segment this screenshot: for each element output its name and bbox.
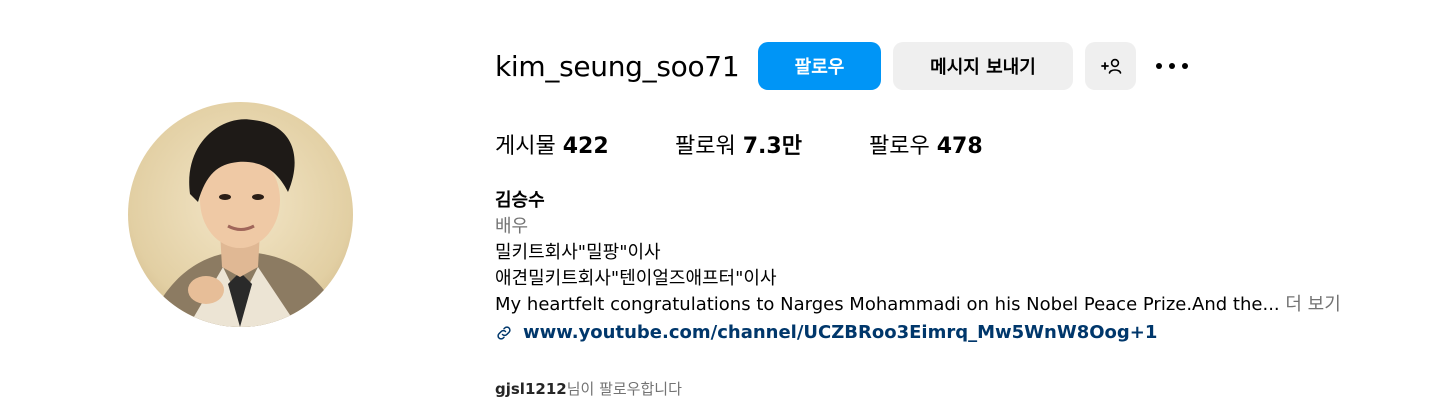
bio-text: My heartfelt congratulations to Narges M… xyxy=(495,294,1280,315)
add-person-icon xyxy=(1100,58,1121,74)
bio-line: My heartfelt congratulations to Narges M… xyxy=(495,292,1435,318)
followers-count[interactable]: 팔로워 7.3만 xyxy=(675,130,802,164)
bio-line: 애견밀키트회사"텐이얼즈애프터"이사 xyxy=(495,268,777,289)
profile-username: kim_seung_soo71 xyxy=(495,50,740,83)
avatar-photo xyxy=(128,102,353,327)
profile-avatar[interactable] xyxy=(128,102,353,327)
followed-by[interactable]: gjsl1212님이 팔로우합니다 xyxy=(495,376,682,402)
following-count[interactable]: 팔로우 478 xyxy=(869,130,983,164)
bio-line: 밀키트회사"밀팡"이사 xyxy=(495,242,661,263)
followers-value: 7.3만 xyxy=(742,134,802,159)
followed-by-user: gjsl1212 xyxy=(495,380,567,398)
posts-label: 게시물 xyxy=(495,134,556,159)
suggested-users-button[interactable] xyxy=(1085,42,1136,90)
followers-label: 팔로워 xyxy=(675,134,736,159)
profile-website-link[interactable]: www.youtube.com/channel/UCZBRoo3Eimrq_Mw… xyxy=(495,318,1435,348)
more-options-button[interactable] xyxy=(1152,52,1192,80)
profile-category: 배우 xyxy=(495,216,529,237)
link-icon xyxy=(497,326,511,340)
ellipsis-icon xyxy=(1156,63,1188,69)
bio-more-link[interactable]: 더 보기 xyxy=(1285,294,1340,315)
posts-count: 게시물 422 xyxy=(495,130,609,164)
website-url: www.youtube.com/channel/UCZBRoo3Eimrq_Mw… xyxy=(523,322,1158,343)
following-value: 478 xyxy=(936,134,983,159)
following-label: 팔로우 xyxy=(869,134,930,159)
posts-value: 422 xyxy=(562,134,609,159)
message-button[interactable]: 메시지 보내기 xyxy=(893,42,1073,90)
profile-full-name: 김승수 xyxy=(495,190,545,211)
followed-by-suffix: 님이 팔로우합니다 xyxy=(566,380,682,398)
follow-button[interactable]: 팔로우 xyxy=(758,42,881,90)
profile-bio: 김승수 배우 밀키트회사"밀팡"이사 애견밀키트회사"텐이얼즈애프터"이사 My… xyxy=(495,188,1435,348)
